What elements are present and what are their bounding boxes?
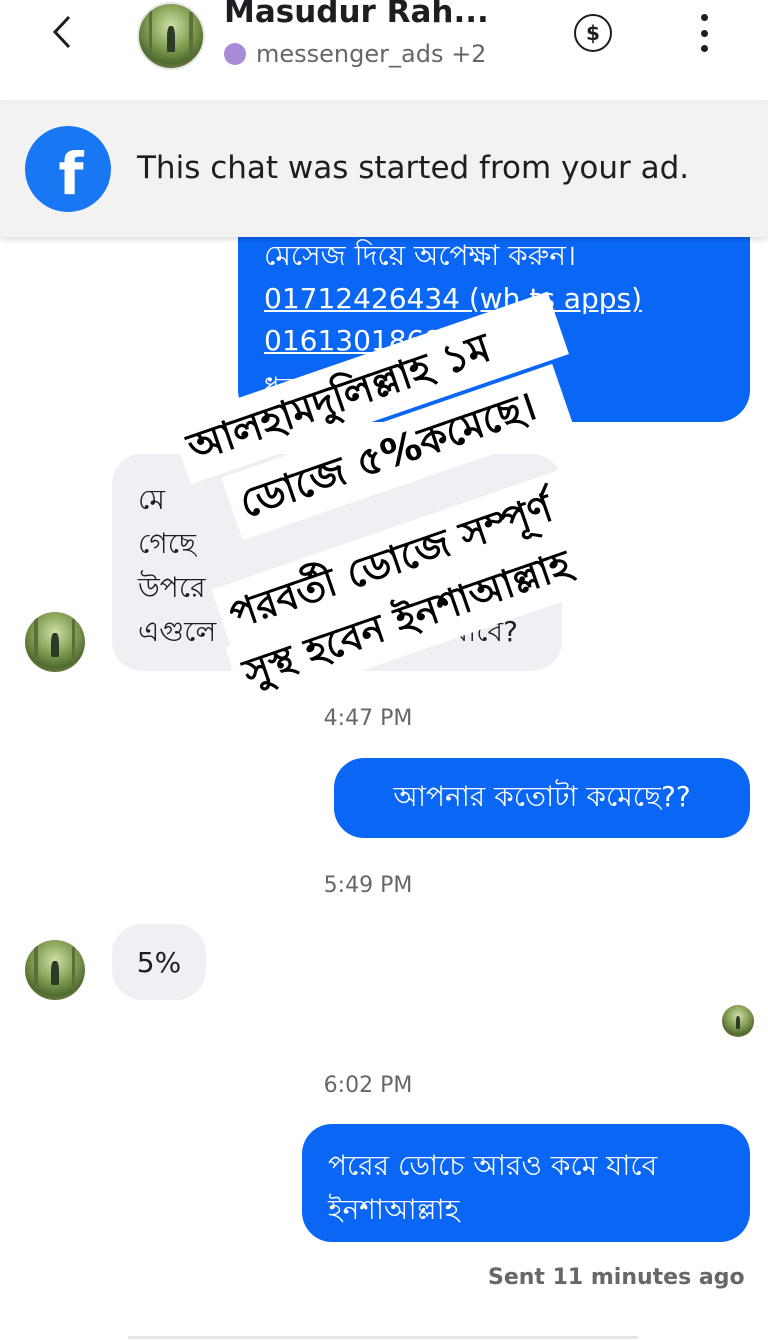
incoming-message[interactable]: 5% — [112, 924, 206, 1000]
dollar-circle-icon[interactable]: $ — [574, 14, 612, 52]
source-dot — [224, 43, 246, 65]
phone-link[interactable]: 01712426434 (wh ts apps) — [264, 282, 642, 315]
message-line: গেছে — [138, 527, 196, 560]
phone-note: ts apps) — [529, 282, 643, 315]
banner-text: This chat was started from your ad. — [137, 150, 690, 186]
contact-avatar[interactable] — [137, 2, 205, 70]
facebook-icon: f — [25, 126, 111, 212]
message-line: মে — [138, 483, 165, 516]
contact-avatar[interactable] — [25, 940, 85, 1000]
contact-name[interactable]: Masudur Rah... — [224, 0, 489, 30]
delivery-status: Sent 11 minutes ago — [488, 1265, 745, 1290]
home-indicator — [128, 1336, 638, 1339]
message-line: ধন্যবাদ — [264, 371, 343, 404]
vertical-ellipsis-icon[interactable] — [690, 14, 718, 52]
incoming-message[interactable]: মে গেছে উপরে এগুলে যাবে? — [112, 454, 562, 671]
source-label: messenger_ads +2 — [224, 40, 486, 68]
message-line: যাবে? — [452, 615, 518, 648]
message-line: মেসেজ দিয়ে অপেক্ষা করুন। — [264, 239, 576, 272]
message-line: ইনশাআল্লাহ — [328, 1193, 460, 1226]
message-line: এগুলে — [138, 615, 217, 648]
chevron-left-icon — [52, 15, 71, 49]
contact-avatar[interactable] — [25, 612, 85, 672]
outgoing-message[interactable]: পরের ডোচে আরও কমে যাবে ইনশাআল্লাহ — [302, 1124, 750, 1242]
phone-number: 01712426434 (wh — [264, 282, 521, 315]
phone-link[interactable]: 0161301869 — [264, 324, 442, 357]
timestamp: 4:47 PM — [323, 706, 413, 731]
seen-avatar — [722, 1005, 754, 1037]
message-line: পরের ডোচে আরও কমে যাবে — [328, 1149, 658, 1182]
ad-banner: f This chat was started from your ad. — [0, 100, 768, 237]
back-button[interactable] — [40, 10, 84, 54]
chat-header: Masudur Rah... messenger_ads +2 $ — [0, 0, 768, 100]
timestamp: 5:49 PM — [323, 873, 413, 898]
timestamp: 6:02 PM — [323, 1073, 413, 1098]
message-line: উপরে — [138, 571, 206, 604]
source-text: messenger_ads +2 — [256, 40, 487, 68]
message-text: আপনার কতোটা কমেছে?? — [393, 779, 691, 813]
message-text: 5% — [136, 945, 182, 979]
outgoing-message[interactable]: আপনার কতোটা কমেছে?? — [334, 758, 750, 838]
